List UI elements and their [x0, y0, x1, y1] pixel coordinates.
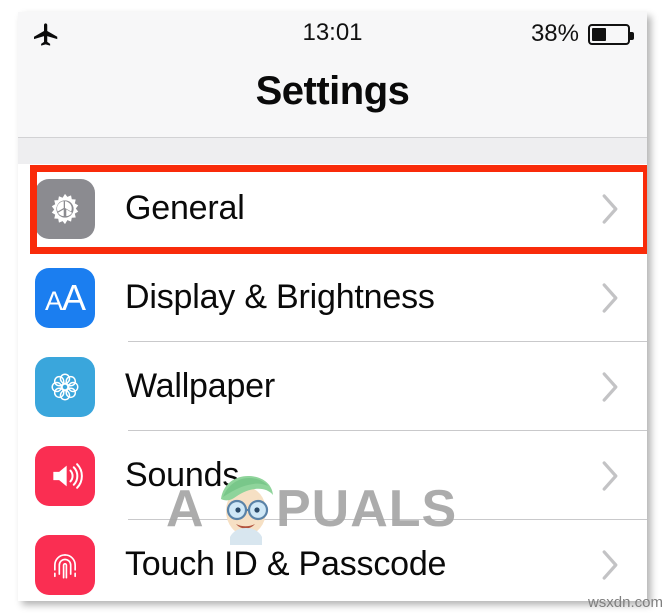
screenshot-canvas: 13:01 38% Settings General AA Display & …	[0, 0, 667, 613]
page-title: Settings	[255, 69, 410, 113]
iphone-settings-screen: 13:01 38% Settings General AA Display & …	[18, 12, 647, 601]
settings-row-label: General	[125, 189, 245, 227]
gear-icon	[35, 178, 95, 239]
settings-row-label: Touch ID & Passcode	[125, 545, 447, 583]
settings-row-general[interactable]: General	[18, 164, 647, 253]
settings-list: General AA Display & Brightness Wallpape…	[18, 164, 647, 601]
speaker-volume-icon	[35, 445, 95, 506]
settings-row-label: Wallpaper	[125, 367, 276, 405]
status-bar: 13:01 38%	[18, 12, 647, 59]
settings-row-label: Sounds	[125, 456, 240, 494]
settings-row-sounds[interactable]: Sounds	[18, 431, 647, 520]
battery-fill	[592, 27, 607, 41]
status-bar-battery-group: 38%	[530, 20, 634, 48]
chevron-right-icon	[601, 549, 619, 581]
aa-glyph: AA	[44, 276, 86, 318]
settings-row-label: Display & Brightness	[125, 278, 435, 316]
text-size-aa-icon: AA	[35, 267, 95, 328]
chevron-right-icon	[601, 282, 619, 314]
list-section-gap	[18, 138, 647, 164]
chevron-right-icon	[601, 193, 619, 225]
battery-percentage-label: 38%	[530, 20, 579, 47]
chevron-right-icon	[601, 460, 619, 492]
site-watermark: wsxdn.com	[587, 594, 663, 611]
battery-icon	[588, 23, 634, 45]
navigation-bar: Settings	[18, 59, 647, 138]
settings-row-display-brightness[interactable]: AA Display & Brightness	[18, 253, 647, 342]
chevron-right-icon	[601, 371, 619, 403]
settings-row-touch-id-passcode[interactable]: Touch ID & Passcode	[18, 520, 647, 601]
fingerprint-icon	[35, 534, 95, 595]
flower-rosette-icon	[35, 356, 95, 417]
settings-row-wallpaper[interactable]: Wallpaper	[18, 342, 647, 431]
